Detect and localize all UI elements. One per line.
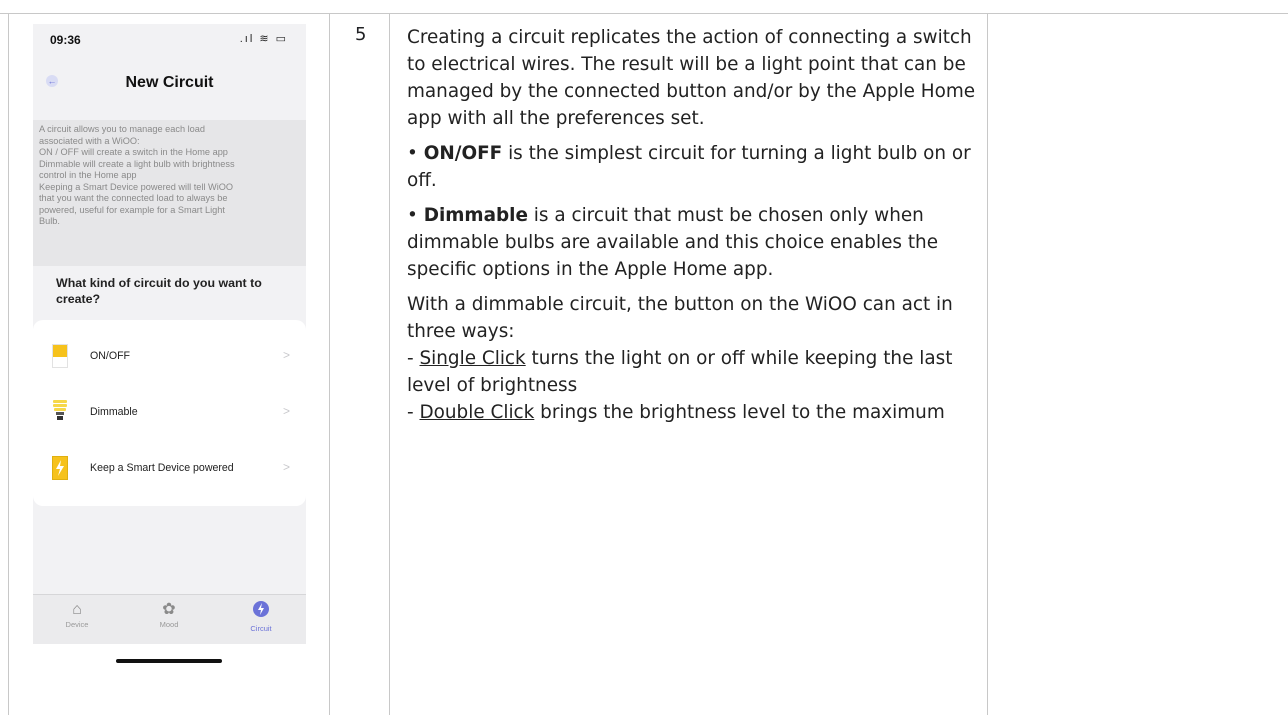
switch-icon bbox=[52, 344, 68, 368]
bullet: • bbox=[407, 205, 424, 226]
single-click-term: Single Click bbox=[419, 348, 526, 369]
palette-icon: ✿ bbox=[162, 601, 176, 618]
info-box: A circuit allows you to manage each load… bbox=[33, 120, 306, 266]
status-time: 09:36 bbox=[50, 33, 81, 47]
modes-paragraph: With a dimmable circuit, the button on t… bbox=[407, 291, 977, 426]
tab-device[interactable]: ⌂ Device bbox=[47, 600, 107, 629]
table-border-left bbox=[8, 14, 9, 715]
dash: - bbox=[407, 402, 420, 423]
circuit-options-list: ON/OFF > Dimmable > Keep a Smart Device … bbox=[33, 320, 306, 506]
chevron-right-icon: > bbox=[282, 404, 290, 418]
option-keep-powered[interactable]: Keep a Smart Device powered > bbox=[33, 440, 306, 496]
tab-mood[interactable]: ✿ Mood bbox=[139, 600, 199, 629]
onoff-paragraph: • ON/OFF is the simplest circuit for tur… bbox=[407, 140, 977, 194]
table-border-col3 bbox=[987, 14, 988, 715]
intro-paragraph: Creating a circuit replicates the action… bbox=[407, 27, 976, 129]
tab-circuit[interactable]: Circuit bbox=[231, 600, 291, 633]
option-label: Dimmable bbox=[90, 406, 138, 418]
house-icon: ⌂ bbox=[72, 601, 82, 618]
chevron-right-icon: > bbox=[282, 460, 290, 474]
option-dimmable[interactable]: Dimmable > bbox=[33, 384, 306, 440]
phone-screenshot: 09:36 .ıl ≋ ▭ ← New Circuit A circuit al… bbox=[33, 24, 306, 644]
table-border-col1 bbox=[329, 14, 330, 715]
dimmable-paragraph: • Dimmable is a circuit that must be cho… bbox=[407, 202, 977, 283]
chevron-right-icon: > bbox=[282, 348, 290, 362]
option-onoff[interactable]: ON/OFF > bbox=[33, 328, 306, 384]
table-top-border bbox=[0, 0, 1288, 14]
light-bulb-icon bbox=[52, 400, 68, 424]
power-bolt-icon bbox=[52, 456, 68, 480]
info-text: A circuit allows you to manage each load… bbox=[39, 124, 235, 226]
tab-bar: ⌂ Device ✿ Mood Circuit bbox=[33, 594, 306, 644]
screen-title: New Circuit bbox=[125, 74, 214, 91]
circuit-question: What kind of circuit do you want to crea… bbox=[56, 276, 262, 306]
tab-label: Mood bbox=[159, 620, 179, 629]
onoff-term: ON/OFF bbox=[423, 143, 503, 164]
signal-wifi-battery-icon: .ıl ≋ ▭ bbox=[239, 33, 288, 45]
option-label: Keep a Smart Device powered bbox=[90, 462, 234, 474]
bolt-icon bbox=[231, 600, 291, 624]
option-label: ON/OFF bbox=[90, 350, 131, 362]
double-click-term: Double Click bbox=[419, 402, 535, 423]
tab-label: Device bbox=[65, 620, 89, 629]
status-bar: 09:36 .ıl ≋ ▭ bbox=[33, 24, 306, 50]
tab-label: Circuit bbox=[250, 624, 272, 633]
modes-intro: With a dimmable circuit, the button on t… bbox=[407, 294, 953, 342]
bullet: • bbox=[407, 143, 424, 164]
dimmable-term: Dimmable bbox=[423, 205, 528, 226]
row-number: 5 bbox=[355, 24, 367, 45]
double-click-text: brings the brightness level to the maxim… bbox=[534, 402, 945, 423]
table-border-col2 bbox=[389, 14, 390, 715]
home-indicator bbox=[116, 659, 222, 663]
dash: - bbox=[407, 348, 420, 369]
description-cell: Creating a circuit replicates the action… bbox=[407, 24, 977, 434]
